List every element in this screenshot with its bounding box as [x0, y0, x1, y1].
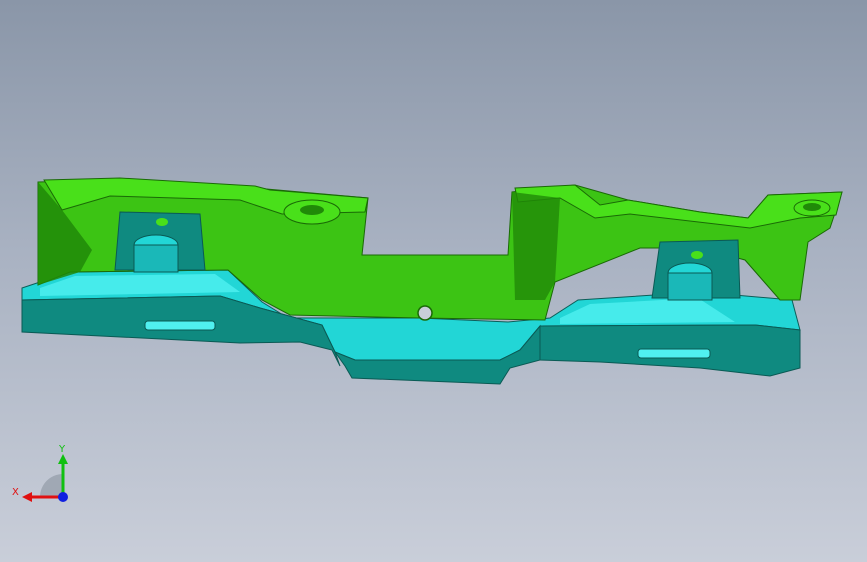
cad-viewport[interactable] [0, 0, 867, 562]
cad-part-model[interactable] [21, 177, 843, 385]
center-hole [417, 305, 433, 321]
axis-triad: Y X [12, 444, 68, 502]
mount-hole-left-inner [300, 205, 324, 215]
slot-right [637, 348, 711, 359]
x-axis-label: X [12, 487, 19, 498]
z-axis-dot [58, 492, 68, 502]
y-axis-arrow [58, 454, 68, 464]
green-dot-left [156, 218, 168, 226]
y-axis-label: Y [58, 444, 66, 455]
x-axis-arrow [22, 492, 32, 502]
slot-left [144, 320, 216, 331]
boss-left-body [133, 244, 179, 273]
boss-right-body [667, 272, 713, 301]
green-dot-right [691, 251, 703, 259]
bracket-dark-right [512, 192, 560, 300]
mount-hole-right-inner [803, 203, 821, 211]
